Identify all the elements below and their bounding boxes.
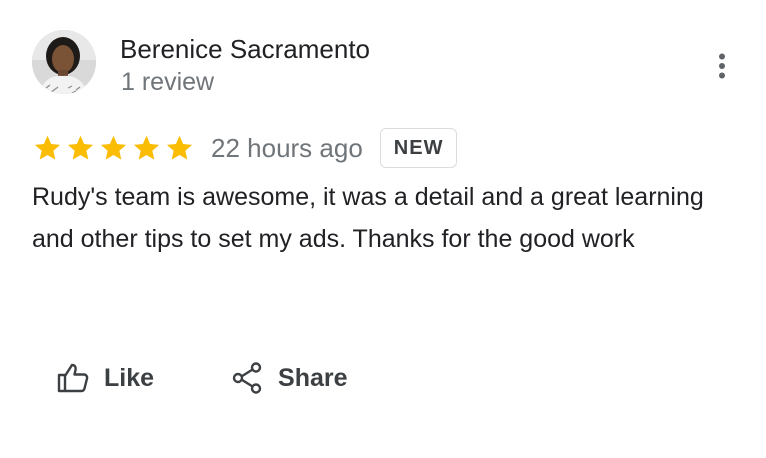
- star-icon: [34, 135, 61, 160]
- review-time: 22 hours ago: [211, 133, 363, 163]
- reviewer-name[interactable]: Berenice Sacramento: [120, 32, 370, 66]
- more-options-button[interactable]: [704, 48, 740, 84]
- share-button[interactable]: Share: [230, 361, 348, 395]
- rating-row: 22 hours ago NEW: [32, 126, 458, 170]
- reviewer-avatar[interactable]: [32, 30, 96, 94]
- share-label: Share: [278, 363, 348, 392]
- share-icon: [230, 361, 264, 395]
- more-vertical-icon: [719, 53, 725, 79]
- review-card: Berenice Sacramento 1 review 22 hours ag…: [0, 0, 766, 458]
- star-icon: [166, 135, 193, 160]
- reviewer-review-count: 1 review: [121, 68, 215, 96]
- star-icon: [67, 135, 94, 160]
- like-button[interactable]: Like: [56, 362, 154, 394]
- star-icon: [133, 135, 160, 160]
- star-rating: [32, 134, 197, 162]
- avatar-photo: [32, 30, 96, 94]
- review-actions: Like Share: [56, 356, 348, 400]
- new-badge: NEW: [379, 128, 458, 168]
- review-text: Rudy's team is awesome, it was a detail …: [32, 183, 704, 253]
- thumbs-up-icon: [56, 362, 90, 394]
- star-icon: [100, 135, 127, 160]
- like-label: Like: [104, 363, 155, 392]
